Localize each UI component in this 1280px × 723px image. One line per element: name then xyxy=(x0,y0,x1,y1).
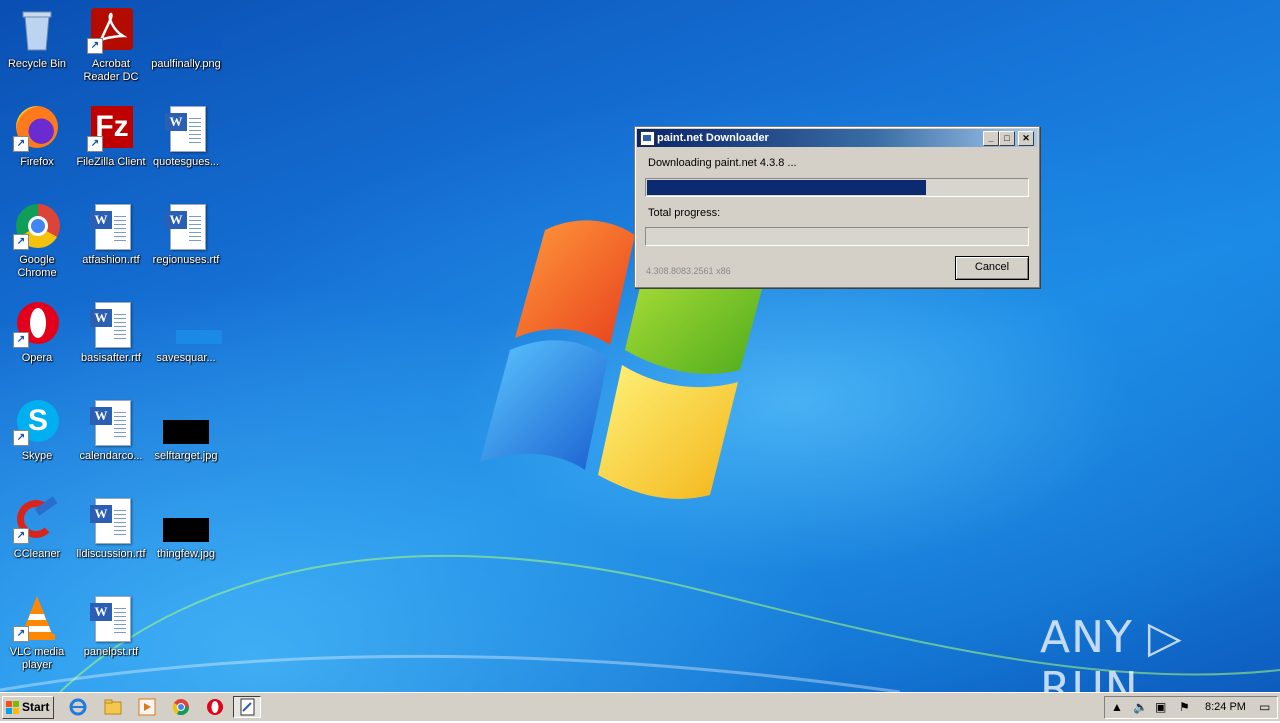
desktop-icon-savesquar[interactable]: savesquar... xyxy=(149,300,223,365)
acrobat-icon: ↗ xyxy=(87,6,135,54)
desktop-icon-label: Opera xyxy=(21,352,53,364)
download-progress-fill xyxy=(647,180,926,195)
action-center-flag-icon[interactable]: ⚑ xyxy=(1179,700,1190,714)
desktop-icon-label: VLC media player xyxy=(9,646,65,671)
media-player-icon[interactable] xyxy=(137,697,157,717)
skype-icon: S ↗ xyxy=(13,398,61,446)
desktop-icon-google-chrome[interactable]: ↗ Google Chrome xyxy=(0,202,74,280)
desktop-icon-quotesgues[interactable]: W quotesgues... xyxy=(149,104,223,169)
paintnet-installer-icon[interactable] xyxy=(233,696,261,718)
desktop-icon-label: Google Chrome xyxy=(17,254,57,279)
total-progress-bar xyxy=(645,227,1029,246)
desktop-icon-calendarco[interactable]: W calendarco... xyxy=(74,398,148,463)
desktop-icon-label: Firefox xyxy=(20,156,54,168)
network-icon[interactable]: ▣ xyxy=(1155,700,1166,714)
minimize-button[interactable]: _ xyxy=(983,131,999,146)
dialog-title: paint.net Downloader xyxy=(657,132,769,144)
desktop-icon-selftarget[interactable]: selftarget.jpg xyxy=(149,398,223,463)
windows-flag-icon xyxy=(6,701,19,714)
word-doc-icon: W xyxy=(162,202,210,250)
opera-icon: ↗ xyxy=(13,300,61,348)
image-file-icon xyxy=(162,6,222,54)
image-file-icon xyxy=(162,300,222,348)
desktop-icon-firefox[interactable]: ↗ Firefox xyxy=(0,104,74,169)
desktop-icon-label: quotesgues... xyxy=(152,156,220,168)
word-doc-icon: W xyxy=(87,496,135,544)
system-tray: ▲ 🔈 ▣ ⚑ 8:24 PM ▭ xyxy=(1104,696,1278,719)
desktop-icon-label: paulfinally.png xyxy=(151,58,221,70)
ccleaner-icon: ↗ xyxy=(13,496,61,544)
desktop-icon-label: panelpst.rtf xyxy=(83,646,139,658)
word-doc-icon: W xyxy=(87,398,135,446)
recycle-bin-icon xyxy=(13,6,61,54)
total-progress-label: Total progress: xyxy=(648,207,721,219)
image-file-icon xyxy=(162,398,210,446)
desktop-icon-ccleaner[interactable]: ↗ CCleaner xyxy=(0,496,74,561)
desktop-icon-label: selftarget.jpg xyxy=(154,450,218,462)
desktop-icon-atfashion[interactable]: W atfashion.rtf xyxy=(74,202,148,267)
download-progress-bar xyxy=(645,178,1029,197)
desktop-icon-paulfinally[interactable]: paulfinally.png xyxy=(149,6,223,71)
volume-icon[interactable]: 🔈 xyxy=(1133,700,1148,714)
start-label: Start xyxy=(22,700,50,714)
word-doc-icon: W xyxy=(87,594,135,642)
paintnet-downloader-dialog: paint.net Downloader _ □ ✕ Downloading p… xyxy=(634,126,1040,288)
word-doc-icon: W xyxy=(162,104,210,152)
anyrun-watermark: ANY ▷ RUN xyxy=(1040,612,1183,692)
desktop-icon-label: lldiscussion.rtf xyxy=(76,548,146,560)
desktop-icon-label: Skype xyxy=(21,450,53,462)
desktop-icon-lldiscussion[interactable]: W lldiscussion.rtf xyxy=(74,496,148,561)
explorer-icon[interactable] xyxy=(103,697,123,717)
desktop-icon-label: regionuses.rtf xyxy=(152,254,220,266)
vlc-icon: ↗ xyxy=(13,594,61,642)
desktop-icon-regionuses[interactable]: W regionuses.rtf xyxy=(149,202,223,267)
desktop-icon-vlc[interactable]: ↗ VLC media player xyxy=(0,594,74,672)
desktop-icon-thingfew[interactable]: thingfew.jpg xyxy=(149,496,223,561)
clock[interactable]: 8:24 PM xyxy=(1205,701,1246,713)
word-doc-icon: W xyxy=(87,300,135,348)
desktop-icon-label: Acrobat Reader DC xyxy=(83,58,139,83)
filezilla-icon: Fz ↗ xyxy=(87,104,135,152)
downloading-label: Downloading paint.net 4.3.8 ... xyxy=(648,157,797,169)
image-file-icon xyxy=(162,496,210,544)
desktop-icon-label: basisafter.rtf xyxy=(81,352,141,364)
desktop-icon-label: thingfew.jpg xyxy=(156,548,216,560)
app-icon xyxy=(640,131,655,146)
desktop-icon-label: FileZilla Client xyxy=(76,156,146,168)
desktop-icon-label: Recycle Bin xyxy=(7,58,67,70)
cancel-button[interactable]: Cancel xyxy=(955,256,1029,280)
taskbar: Start ▲ 🔈 ▣ ⚑ 8:24 PM ▭ xyxy=(0,692,1280,721)
maximize-button[interactable]: □ xyxy=(999,131,1015,146)
desktop-icon-label: atfashion.rtf xyxy=(82,254,140,266)
desktop-icon-label: savesquar... xyxy=(156,352,216,364)
close-button[interactable]: ✕ xyxy=(1018,131,1034,146)
show-desktop-icon[interactable]: ▭ xyxy=(1259,700,1270,714)
desktop-icon-label: CCleaner xyxy=(13,548,61,560)
show-hidden-icons-icon[interactable]: ▲ xyxy=(1111,700,1123,714)
desktop-icon-label: calendarco... xyxy=(79,450,143,462)
desktop-icon-filezilla[interactable]: Fz ↗ FileZilla Client xyxy=(74,104,148,169)
word-doc-icon: W xyxy=(87,202,135,250)
desktop-icon-panelpst[interactable]: W panelpst.rtf xyxy=(74,594,148,659)
desktop-icon-recycle-bin[interactable]: Recycle Bin xyxy=(0,6,74,71)
chrome-icon: ↗ xyxy=(13,202,61,250)
desktop-icon-basisafter[interactable]: W basisafter.rtf xyxy=(74,300,148,365)
desktop: Recycle Bin ↗ Acrobat Reader DC paulfina… xyxy=(0,0,1280,692)
version-label: 4.308.8083.2561 x86 xyxy=(646,266,731,276)
start-button[interactable]: Start xyxy=(2,696,54,719)
chrome-icon[interactable] xyxy=(171,697,191,717)
firefox-icon: ↗ xyxy=(13,104,61,152)
desktop-icon-opera[interactable]: ↗ Opera xyxy=(0,300,74,365)
internet-explorer-icon[interactable] xyxy=(68,697,88,717)
dialog-titlebar[interactable]: paint.net Downloader _ □ ✕ xyxy=(637,129,1037,147)
desktop-icon-acrobat-reader[interactable]: ↗ Acrobat Reader DC xyxy=(74,6,148,84)
desktop-icon-skype[interactable]: S ↗ Skype xyxy=(0,398,74,463)
opera-icon[interactable] xyxy=(205,697,225,717)
